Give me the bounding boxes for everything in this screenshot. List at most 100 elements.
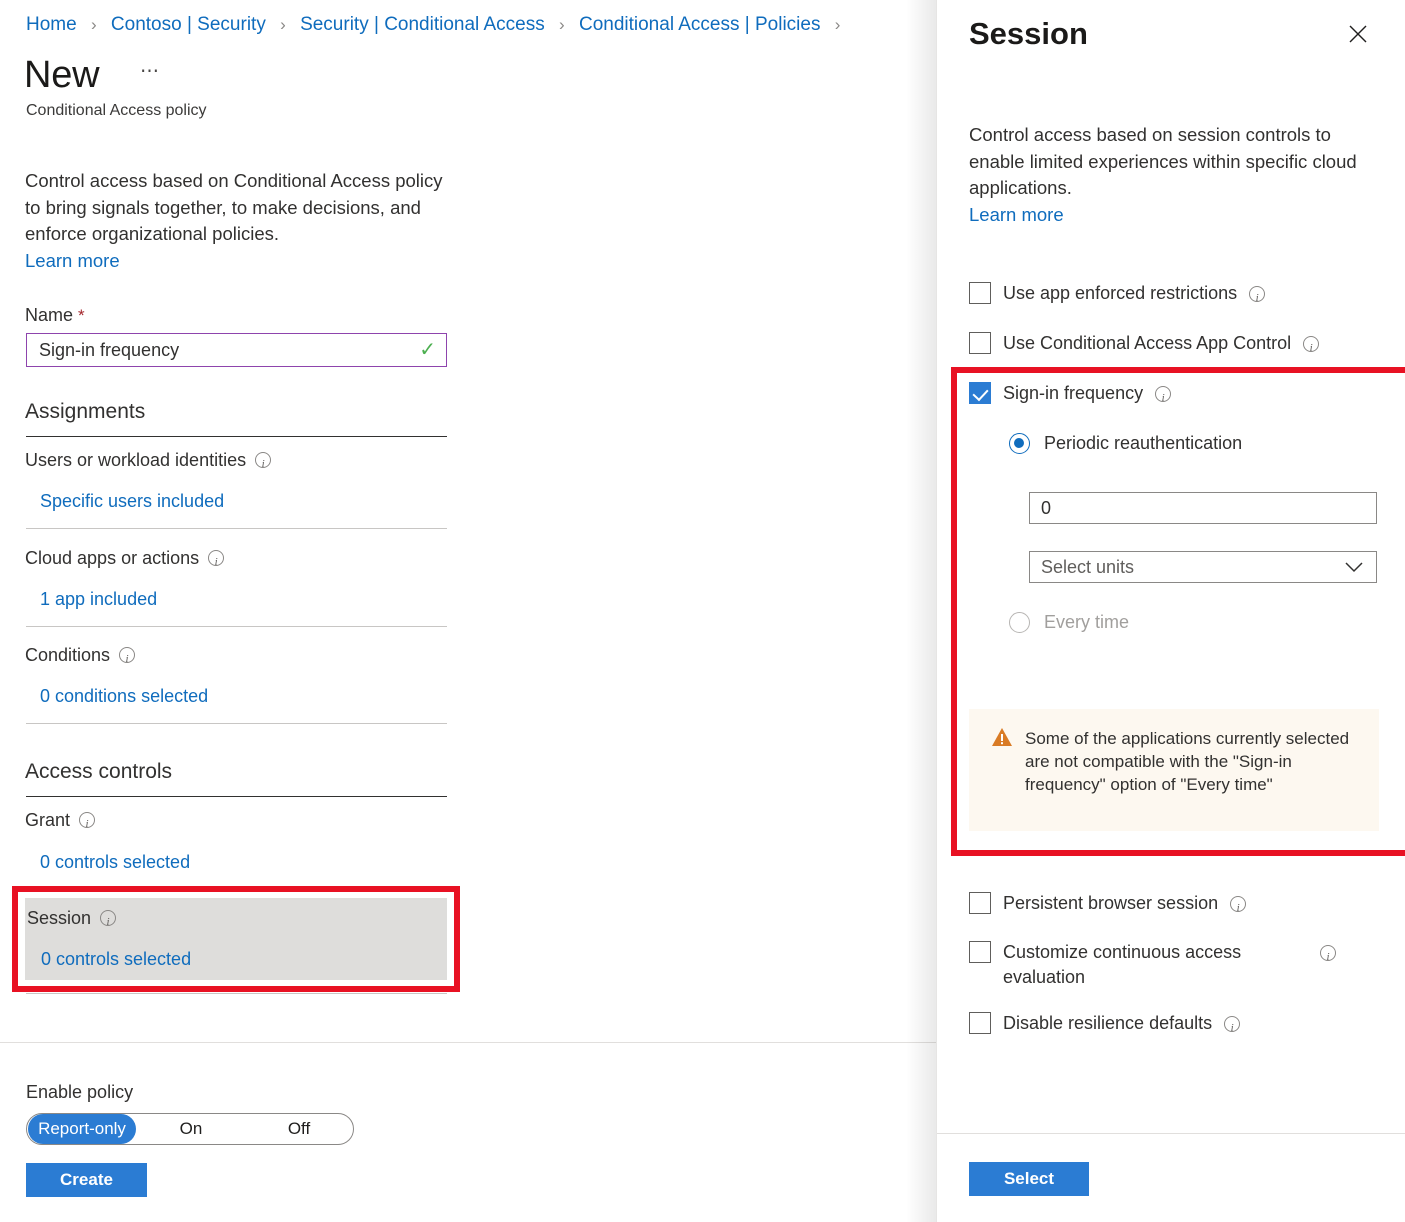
radio-row-every-time[interactable]: Every time [1009, 610, 1129, 634]
breadcrumb-separator-icon: › [280, 15, 286, 34]
breadcrumb-item-security-conditional-access[interactable]: Security | Conditional Access [300, 14, 545, 35]
breadcrumb-item-conditional-access-policies[interactable]: Conditional Access | Policies [579, 14, 821, 35]
session-blade-description: Control access based on session controls… [969, 122, 1379, 228]
checkbox-label: Sign-in frequency [1003, 383, 1144, 403]
page-more-menu-button[interactable]: ⋯ [140, 60, 161, 83]
warning-text: Some of the applications currently selec… [1025, 729, 1350, 794]
cloud-apps-or-actions-label: Cloud apps or actions [25, 546, 225, 574]
sign-in-frequency-value: 0 [1041, 497, 1052, 518]
users-or-workload-identities-label: Users or workload identities [25, 448, 272, 476]
radio-every-time[interactable] [1009, 611, 1030, 633]
breadcrumb-separator-icon: › [559, 15, 565, 34]
breadcrumb-item-contoso-security[interactable]: Contoso | Security [111, 14, 266, 35]
checkbox-row-persistent-browser-session[interactable]: Persistent browser session [969, 891, 1247, 921]
close-icon[interactable] [1342, 18, 1374, 50]
info-icon[interactable] [79, 812, 96, 836]
conditions-value[interactable]: 0 conditions selected [40, 684, 208, 708]
row-divider [26, 528, 447, 529]
session-row[interactable]: Session 0 controls selected [25, 898, 447, 980]
radio-label: Every time [1044, 612, 1130, 632]
page-subtitle: Conditional Access policy [26, 102, 207, 119]
sign-in-frequency-units-dropdown[interactable]: Select units [1029, 551, 1377, 583]
info-icon[interactable] [1230, 896, 1247, 921]
footer-divider [0, 1042, 936, 1043]
access-controls-heading: Access controls [25, 760, 173, 783]
users-or-workload-identities-value[interactable]: Specific users included [40, 489, 224, 513]
page-title: New [24, 54, 100, 96]
session-label-text: Session [27, 908, 92, 928]
radio-label: Periodic reauthentication [1044, 433, 1243, 453]
info-icon[interactable] [208, 550, 225, 574]
checkbox-use-app-enforced-restrictions[interactable] [969, 282, 991, 304]
radio-row-periodic-reauthentication[interactable]: Periodic reauthentication [1009, 431, 1242, 455]
toggle-option-report-only[interactable]: Report-only [28, 1114, 136, 1144]
info-icon[interactable] [119, 647, 136, 671]
checkbox-row-sign-in-frequency[interactable]: Sign-in frequency [969, 381, 1172, 411]
name-field-label: Name * [25, 303, 85, 328]
checkbox-row-use-conditional-access-app-control[interactable]: Use Conditional Access App Control [969, 331, 1320, 361]
row-divider [26, 626, 447, 627]
checkbox-row-customize-continuous-access-evaluation[interactable]: Customize continuous access evaluation [969, 940, 1379, 990]
checkbox-persistent-browser-session[interactable] [969, 892, 991, 914]
sign-in-frequency-value-input[interactable]: 0 [1029, 492, 1377, 524]
checkbox-label: Persistent browser session [1003, 893, 1219, 913]
session-label: Session [27, 906, 117, 934]
valid-check-icon: ✓ [419, 339, 436, 361]
session-description-text: Control access based on session controls… [969, 124, 1357, 198]
row-divider [26, 723, 447, 724]
info-icon[interactable] [1320, 945, 1336, 970]
checkbox-customize-continuous-access-evaluation[interactable] [969, 941, 991, 963]
breadcrumb-item-home[interactable]: Home [26, 14, 77, 35]
name-input-field[interactable] [37, 338, 420, 362]
warning-icon [991, 727, 1013, 831]
checkbox-disable-resilience-defaults[interactable] [969, 1012, 991, 1034]
assignments-divider [26, 436, 447, 437]
grant-label-text: Grant [25, 810, 71, 830]
compatibility-warning: Some of the applications currently selec… [969, 709, 1379, 831]
chevron-down-icon [1343, 557, 1365, 578]
info-icon[interactable] [1249, 286, 1266, 311]
cloud-apps-label-text: Cloud apps or actions [25, 548, 200, 568]
checkbox-label: Disable resilience defaults [1003, 1013, 1213, 1033]
policy-form-pane: Home › Contoso | Security › Security | C… [0, 0, 936, 1222]
checkbox-row-use-app-enforced-restrictions[interactable]: Use app enforced restrictions [969, 281, 1266, 311]
assignments-heading: Assignments [25, 400, 146, 423]
cloud-apps-or-actions-value[interactable]: 1 app included [40, 587, 157, 611]
info-icon[interactable] [100, 910, 117, 934]
toggle-option-off[interactable]: Off [245, 1114, 353, 1144]
checkbox-row-disable-resilience-defaults[interactable]: Disable resilience defaults [969, 1011, 1241, 1041]
info-icon[interactable] [1155, 386, 1172, 411]
breadcrumb-separator-icon: › [834, 15, 841, 34]
info-icon[interactable] [1224, 1016, 1241, 1041]
row-divider [26, 993, 447, 994]
enable-policy-toggle[interactable]: Report-only On Off [26, 1113, 354, 1145]
breadcrumb-separator-icon: › [90, 15, 97, 34]
info-icon[interactable] [255, 452, 272, 476]
name-label-text: Name [25, 305, 74, 325]
radio-periodic-reauthentication[interactable] [1009, 432, 1030, 454]
grant-label: Grant [25, 808, 96, 836]
select-button[interactable]: Select [969, 1162, 1089, 1196]
checkbox-sign-in-frequency[interactable] [969, 382, 991, 404]
session-value[interactable]: 0 controls selected [41, 947, 191, 971]
checkbox-use-conditional-access-app-control[interactable] [969, 332, 991, 354]
checkbox-label: Customize continuous access evaluation [1003, 942, 1242, 987]
create-button[interactable]: Create [26, 1163, 147, 1197]
toggle-option-on[interactable]: On [137, 1114, 245, 1144]
checkbox-label: Use app enforced restrictions [1003, 283, 1238, 303]
conditions-label: Conditions [25, 643, 136, 671]
grant-value[interactable]: 0 controls selected [40, 850, 190, 874]
blade-footer-divider [937, 1133, 1405, 1134]
conditions-label-text: Conditions [25, 645, 111, 665]
sign-in-frequency-units-value: Select units [1041, 556, 1135, 577]
session-blade: Session Control access based on session … [936, 0, 1405, 1222]
session-learn-more-link[interactable]: Learn more [969, 204, 1064, 225]
access-controls-divider [26, 796, 447, 797]
info-icon[interactable] [1303, 336, 1320, 361]
name-input[interactable]: ✓ [26, 333, 447, 367]
policy-learn-more-link[interactable]: Learn more [25, 250, 120, 271]
enable-policy-label: Enable policy [26, 1082, 134, 1102]
breadcrumb: Home › Contoso | Security › Security | C… [26, 12, 849, 38]
required-marker: * [78, 306, 85, 325]
checkbox-label: Use Conditional Access App Control [1003, 333, 1292, 353]
